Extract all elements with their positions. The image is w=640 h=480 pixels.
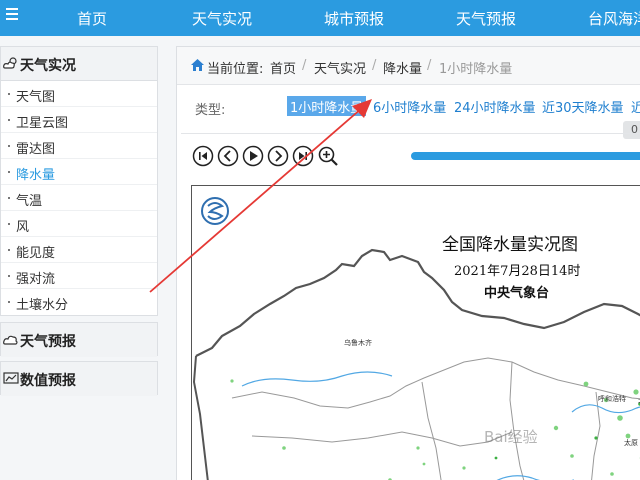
sidebar-item-soil-moisture[interactable]: 土壤水分 bbox=[1, 289, 157, 315]
breadcrumb-separator: / bbox=[302, 58, 307, 73]
sidebar-section-title: 天气实况 bbox=[20, 58, 76, 74]
nav-item-city-forecast[interactable]: 城市预报 bbox=[324, 8, 384, 29]
sidebar-item-label: 气温 bbox=[16, 194, 43, 209]
tab-24h-precipitation[interactable]: 24小时降水量 bbox=[451, 96, 539, 116]
tab-1h-precipitation[interactable]: 1小时降水量 bbox=[287, 96, 367, 116]
sidebar-item-temperature[interactable]: 气温 bbox=[1, 185, 157, 211]
breadcrumb: 当前位置: 首页 / 天气实况 / 降水量 / 1小时降水量 bbox=[177, 47, 640, 85]
nav-item-typhoon-ocean[interactable]: 台风海洋 bbox=[588, 8, 640, 29]
sidebar-item-label: 雷达图 bbox=[16, 142, 56, 157]
sidebar-item-wind[interactable]: 风 bbox=[1, 211, 157, 237]
top-navigation-bar: 首页 天气实况 城市预报 天气预报 台风海洋 bbox=[0, 0, 640, 36]
last-frame-icon[interactable] bbox=[292, 145, 314, 167]
sidebar-item-precipitation[interactable]: 降水量 bbox=[1, 159, 157, 185]
breadcrumb-weather-live[interactable]: 天气实况 bbox=[314, 58, 366, 77]
sidebar-section-forecast[interactable]: 天气预报 bbox=[0, 322, 158, 357]
chart-icon bbox=[3, 372, 19, 384]
tab-more[interactable]: 近 bbox=[628, 96, 640, 116]
sidebar-section-weather-live: 天气实况 天气图 卫星云图 雷达图 降水量 气温 风 能见度 强对流 土壤水分 bbox=[0, 46, 158, 316]
sidebar-section-header: 天气预报 bbox=[1, 323, 157, 357]
sidebar-item-label: 天气图 bbox=[16, 90, 56, 105]
count-badge: 0 bbox=[623, 121, 640, 139]
animation-progress-bar[interactable] bbox=[411, 152, 640, 160]
sidebar-item-label: 卫星云图 bbox=[16, 116, 69, 131]
breadcrumb-precipitation[interactable]: 降水量 bbox=[383, 58, 422, 77]
sidebar-item-visibility[interactable]: 能见度 bbox=[1, 237, 157, 263]
sidebar-item-weather-map[interactable]: 天气图 bbox=[1, 81, 157, 107]
breadcrumb-home[interactable]: 首页 bbox=[270, 58, 296, 77]
map-city-label: 乌鲁木齐 bbox=[344, 339, 372, 347]
divider bbox=[181, 133, 640, 134]
cloud-icon bbox=[3, 335, 18, 345]
breadcrumb-separator: / bbox=[372, 58, 377, 73]
nav-item-home[interactable]: 首页 bbox=[77, 8, 107, 29]
sidebar-item-label: 降水量 bbox=[16, 168, 56, 183]
sidebar-item-convection[interactable]: 强对流 bbox=[1, 263, 157, 289]
prev-frame-icon[interactable] bbox=[217, 145, 239, 167]
sidebar-item-satellite[interactable]: 卫星云图 bbox=[1, 107, 157, 133]
sidebar-item-label: 土壤水分 bbox=[16, 298, 69, 313]
cma-logo bbox=[201, 197, 229, 225]
sidebar-section-header: 数值预报 bbox=[1, 362, 157, 396]
map-city-label: 呼和浩特 bbox=[598, 395, 626, 403]
sidebar-item-label: 能见度 bbox=[16, 246, 56, 261]
sidebar-section-title: 天气预报 bbox=[20, 334, 76, 350]
sidebar-section-title: 数值预报 bbox=[20, 373, 76, 389]
page-root: 首页 天气实况 城市预报 天气预报 台风海洋 天气实况 天气图 卫星云图 雷达图… bbox=[0, 0, 640, 480]
sidebar-item-radar[interactable]: 雷达图 bbox=[1, 133, 157, 159]
nav-item-weather-live[interactable]: 天气实况 bbox=[192, 8, 252, 29]
breadcrumb-current: 1小时降水量 bbox=[439, 62, 513, 77]
zoom-in-icon[interactable] bbox=[317, 145, 339, 167]
main-panel: 当前位置: 首页 / 天气实况 / 降水量 / 1小时降水量 类型: 1小时降水… bbox=[176, 46, 640, 480]
sidebar-section-numeric[interactable]: 数值预报 bbox=[0, 361, 158, 396]
tab-6h-precipitation[interactable]: 6小时降水量 bbox=[370, 96, 449, 116]
home-icon bbox=[191, 59, 204, 71]
map-city-label: 太原 bbox=[624, 439, 638, 447]
watermark: Bai经验 bbox=[484, 428, 538, 446]
map-date: 2021年7月28日14时 bbox=[454, 264, 581, 279]
map-title: 全国降水量实况图 bbox=[442, 235, 578, 255]
first-frame-icon[interactable] bbox=[192, 145, 214, 167]
cloud-sun-icon bbox=[3, 57, 17, 69]
map-org: 中央气象台 bbox=[484, 286, 550, 301]
breadcrumb-prefix: 当前位置: bbox=[207, 62, 264, 77]
sidebar-item-label: 风 bbox=[16, 220, 30, 235]
precipitation-map: 全国降水量实况图 2021年7月28日14时 中央气象台 乌鲁木齐 呼和浩特 北… bbox=[191, 185, 640, 480]
type-label: 类型: bbox=[195, 103, 226, 118]
nav-item-weather-forecast[interactable]: 天气预报 bbox=[456, 8, 516, 29]
sidebar-item-label: 强对流 bbox=[16, 272, 56, 287]
play-icon[interactable] bbox=[242, 145, 264, 167]
breadcrumb-separator: / bbox=[427, 58, 432, 73]
hamburger-menu-icon[interactable] bbox=[6, 8, 18, 20]
next-frame-icon[interactable] bbox=[267, 145, 289, 167]
tab-30d-precipitation[interactable]: 近30天降水量 bbox=[539, 96, 627, 116]
sidebar-section-header[interactable]: 天气实况 bbox=[1, 47, 157, 81]
type-selector: 类型: 1小时降水量 6小时降水量 24小时降水量 近30天降水量 近 bbox=[177, 95, 640, 119]
